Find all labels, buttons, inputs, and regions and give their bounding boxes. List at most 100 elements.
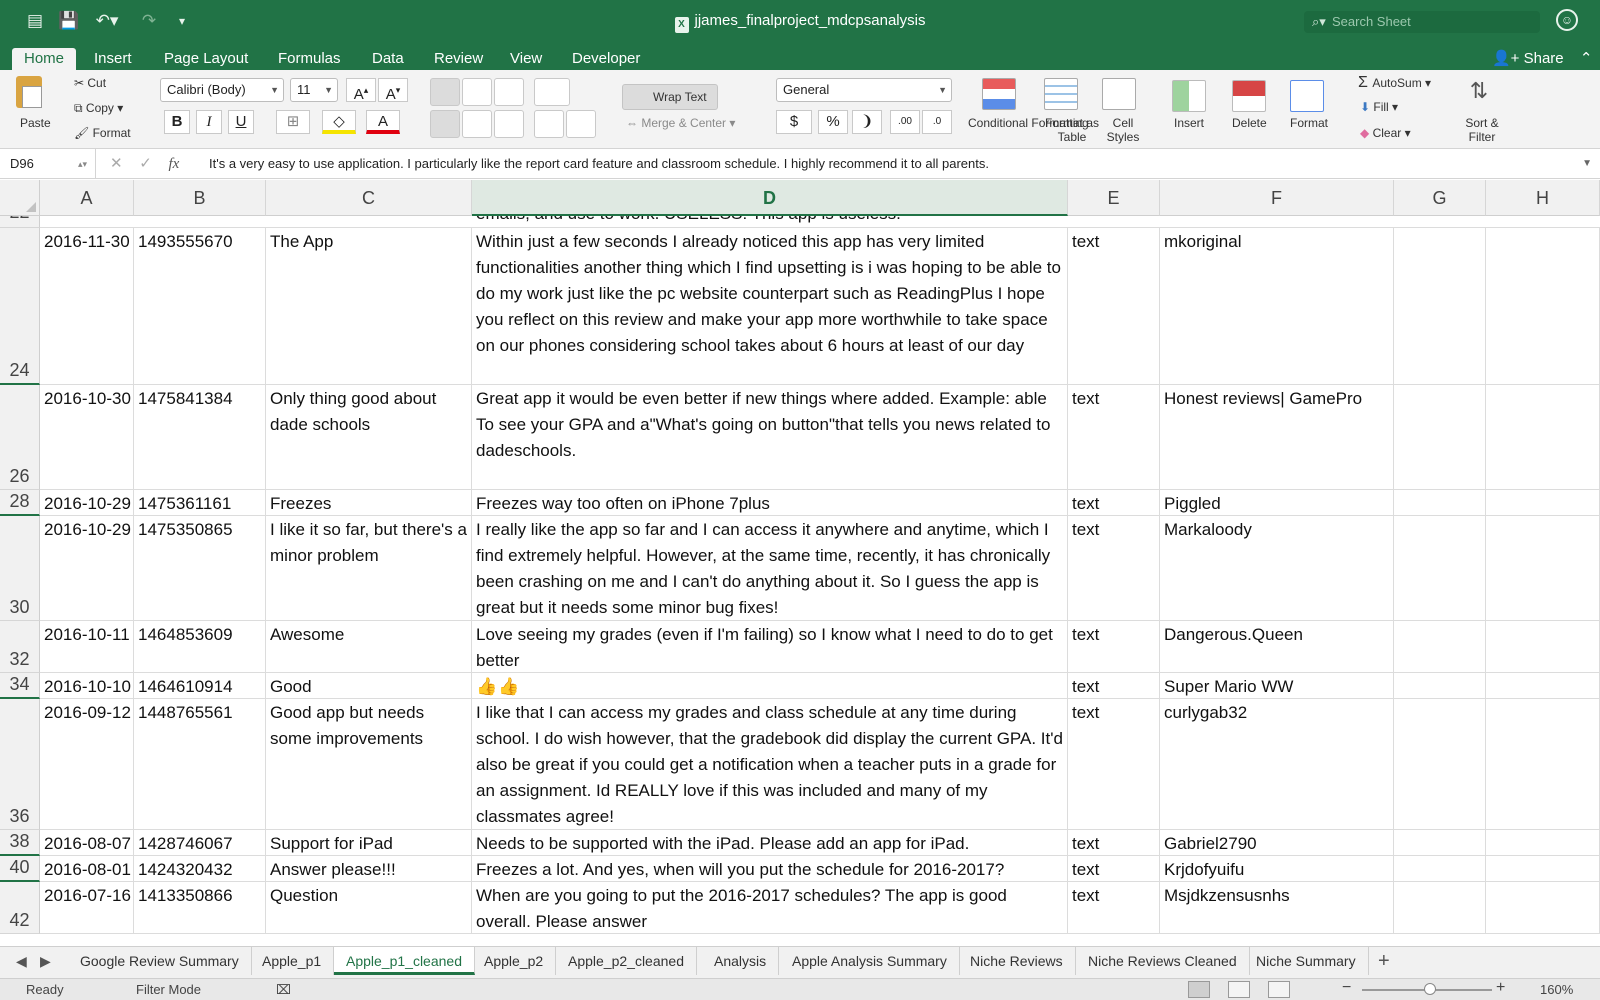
comma-style-icon[interactable]: ❩ (852, 110, 882, 134)
align-right-icon[interactable] (494, 110, 524, 138)
row-header[interactable]: 28 (0, 490, 40, 516)
cell-a[interactable]: 2016-08-07 (40, 830, 134, 855)
row-header[interactable]: 26 (0, 385, 40, 490)
cell-a[interactable]: 2016-08-01 (40, 856, 134, 881)
name-box[interactable]: D96 ▴▾ (0, 149, 96, 179)
cell-e[interactable]: text (1068, 673, 1160, 698)
tab-review[interactable]: Review (422, 48, 495, 70)
column-header-c[interactable]: C (266, 180, 472, 216)
cell-e[interactable]: text (1068, 228, 1160, 384)
decrease-font-icon[interactable]: A▾ (378, 78, 408, 103)
cell-f[interactable]: Piggled (1160, 490, 1394, 515)
cell-a[interactable]: 2016-10-11 (40, 621, 134, 672)
cell-h[interactable] (1486, 673, 1600, 698)
column-header-b[interactable]: B (134, 180, 266, 216)
cell-a[interactable]: 2016-10-30 (40, 385, 134, 489)
redo-icon[interactable]: ↷ (138, 10, 160, 32)
cell-e[interactable]: text (1068, 490, 1160, 515)
cell-e[interactable]: text (1068, 621, 1160, 672)
cell-b[interactable]: 1428746067 (134, 830, 266, 855)
autosum-button[interactable]: Σ AutoSum ▾ (1358, 74, 1431, 92)
align-bottom-icon[interactable] (494, 78, 524, 106)
cell-b[interactable]: 1493555670 (134, 228, 266, 384)
cell-e[interactable]: text (1068, 699, 1160, 829)
column-header-h[interactable]: H (1486, 180, 1600, 216)
decrease-indent-icon[interactable] (534, 110, 564, 138)
cell-c[interactable]: Good (266, 673, 472, 698)
cell-a[interactable]: 2016-09-12 (40, 699, 134, 829)
cell-c[interactable]: Good app but needs some improvements (266, 699, 472, 829)
save-icon[interactable]: 💾 (58, 10, 80, 32)
cell-h[interactable] (1486, 385, 1600, 489)
column-header-d[interactable]: D (472, 180, 1068, 216)
cell-b[interactable]: 1464853609 (134, 621, 266, 672)
cell-d[interactable]: 👍👍 (472, 673, 1068, 698)
column-header-e[interactable]: E (1068, 180, 1160, 216)
cell-f[interactable]: Msjdkzensusnhs (1160, 882, 1394, 933)
row-header[interactable]: 36 (0, 699, 40, 830)
cell-h[interactable] (1486, 882, 1600, 933)
next-sheet-icon[interactable]: ▶ (40, 953, 51, 970)
format-cells-label[interactable]: Format (1290, 116, 1328, 130)
cell-a[interactable]: 2016-11-30 (40, 228, 134, 384)
row-header[interactable]: 32 (0, 621, 40, 673)
cell-d[interactable]: emails, and use to work. USELESS! This a… (472, 216, 1068, 227)
cell-d[interactable]: Freezes way too often on iPhone 7plus (472, 490, 1068, 515)
cell-h[interactable] (1486, 830, 1600, 855)
enter-check-icon[interactable]: ✓ (139, 155, 152, 172)
paste-label[interactable]: Paste (20, 116, 51, 130)
cell-d[interactable]: Within just a few seconds I already noti… (472, 228, 1068, 384)
cell-g[interactable] (1394, 621, 1486, 672)
cell-g[interactable] (1394, 830, 1486, 855)
format-cells-icon[interactable] (1290, 80, 1324, 112)
zoom-level[interactable]: 160% (1540, 982, 1573, 997)
cell-g[interactable] (1394, 228, 1486, 384)
delete-cells-label[interactable]: Delete (1232, 116, 1267, 130)
sheet-tab-apple-p1[interactable]: Apple_p1 (250, 947, 335, 975)
cell-c[interactable]: Answer please!!! (266, 856, 472, 881)
row-header[interactable]: 30 (0, 516, 40, 621)
cell-h[interactable] (1486, 621, 1600, 672)
align-center-icon[interactable] (462, 110, 492, 138)
cell-d[interactable]: Needs to be supported with the iPad. Ple… (472, 830, 1068, 855)
cell-b[interactable]: 1424320432 (134, 856, 266, 881)
cell-a[interactable]: 2016-10-29 (40, 516, 134, 620)
percent-icon[interactable]: % (818, 110, 848, 134)
cell-a[interactable]: 2016-07-16 (40, 882, 134, 933)
row-header[interactable]: 42 (0, 882, 40, 934)
cell-f[interactable]: Krjdofyuifu (1160, 856, 1394, 881)
zoom-in-icon[interactable]: + (1496, 979, 1505, 997)
tab-formulas[interactable]: Formulas (266, 48, 353, 70)
cell-c[interactable]: Question (266, 882, 472, 933)
page-break-view-icon[interactable] (1268, 981, 1290, 998)
tab-insert[interactable]: Insert (82, 48, 144, 70)
cell-f[interactable]: mkoriginal (1160, 228, 1394, 384)
cell-f[interactable]: Honest reviews| GamePro (1160, 385, 1394, 489)
insert-function-icon[interactable]: fx (169, 156, 180, 172)
search-sheet-input[interactable]: ⌕▾ Search Sheet (1304, 11, 1540, 33)
format-as-table-icon[interactable] (1044, 78, 1078, 110)
font-size-select[interactable]: 11 ▼ (290, 78, 338, 102)
align-left-icon[interactable] (430, 110, 460, 138)
cell-b[interactable]: 1475361161 (134, 490, 266, 515)
font-color-icon[interactable]: A (366, 110, 400, 134)
cell-g[interactable] (1394, 856, 1486, 881)
sheet-tab-niche-reviews[interactable]: Niche Reviews (958, 947, 1076, 975)
cell-d[interactable]: Great app it would be even better if new… (472, 385, 1068, 489)
cell-a[interactable]: 2016-10-10 (40, 673, 134, 698)
customize-toolbar-icon[interactable]: ▾ (172, 10, 192, 32)
page-layout-view-icon[interactable] (1228, 981, 1250, 998)
row-header[interactable]: 38 (0, 830, 40, 856)
cell-h[interactable] (1486, 516, 1600, 620)
font-name-select[interactable]: Calibri (Body) ▼ (160, 78, 284, 102)
cell-g[interactable] (1394, 490, 1486, 515)
cell-styles-icon[interactable] (1102, 78, 1136, 110)
row-header[interactable]: 24 (0, 228, 40, 385)
cell-c[interactable]: Freezes (266, 490, 472, 515)
expand-formula-icon[interactable]: ▼ (1582, 149, 1592, 179)
sheet-tab-analysis[interactable]: Analysis (702, 947, 780, 975)
add-sheet-icon[interactable]: + (1378, 949, 1390, 973)
share-button[interactable]: 👤+ Share ⌃ (1492, 48, 1592, 70)
cell-c[interactable]: Only thing good about dade schools (266, 385, 472, 489)
zoom-out-icon[interactable]: − (1342, 979, 1351, 997)
